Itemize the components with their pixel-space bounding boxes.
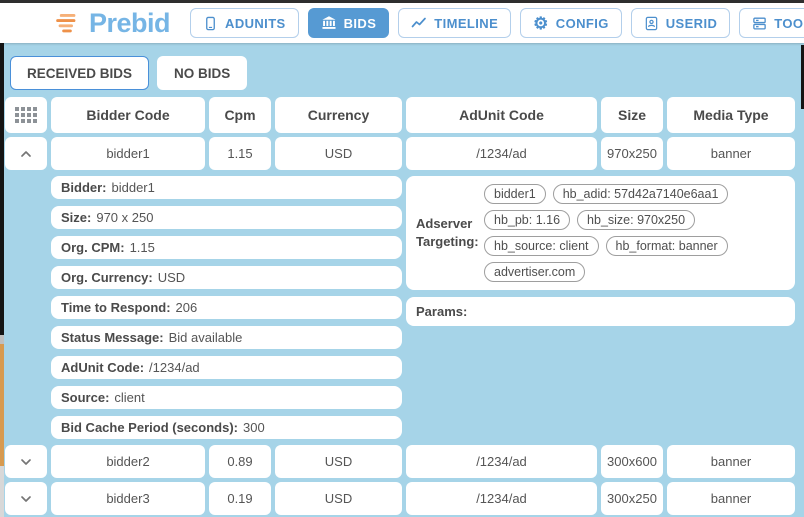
row-expander-bidder2[interactable]	[5, 445, 47, 478]
nav-tools-button[interactable]: TOOLS	[739, 8, 804, 38]
cell-currency: USD	[275, 482, 402, 515]
bids-table: Bidder CodeCpmCurrencyAdUnit CodeSizeMed…	[5, 97, 799, 515]
app-window: Prebid ADUNITS BIDS TIMELINE ⚙ CONFIG USERID T…	[0, 0, 804, 517]
cell-bidder-code: bidder2	[51, 445, 205, 478]
prebid-logo-text: Prebid	[89, 8, 170, 39]
bids-icon	[321, 15, 337, 31]
bid-detail-field: Source:client	[51, 386, 402, 409]
row-expander-bidder1[interactable]	[5, 137, 47, 170]
bids-tabs: RECEIVED BIDSNO BIDS	[0, 43, 804, 90]
tools-icon	[752, 16, 767, 31]
cell-cpm: 0.89	[209, 445, 271, 478]
adunits-icon	[203, 16, 218, 31]
timeline-icon	[411, 15, 427, 31]
bid-detail-field: Org. CPM:1.15	[51, 236, 402, 259]
nav-bids-button[interactable]: BIDS	[308, 8, 390, 38]
targeting-chip: hb_adid: 57d42a7140e6aa1	[553, 184, 729, 204]
params-panel: Params:	[406, 297, 795, 326]
bid-detail-field: Time to Respond:206	[51, 296, 402, 319]
chevron-down-icon	[18, 454, 34, 470]
nav-button-label: USERID	[666, 16, 718, 31]
targeting-chip: advertiser.com	[484, 262, 585, 282]
column-settings-button[interactable]	[5, 97, 47, 133]
targeting-chip: hb_size: 970x250	[577, 210, 695, 230]
bid-detail-panels: Adserver Targeting: bidder1 hb_adid: 57d42…	[406, 176, 795, 326]
bid-detail-field: AdUnit Code:/1234/ad	[51, 356, 402, 379]
bid-detail-field: Size:970 x 250	[51, 206, 402, 229]
params-label: Params:	[416, 304, 467, 319]
chevron-down-icon	[18, 491, 34, 507]
config-icon: ⚙	[533, 15, 549, 32]
bid-detail-field: Org. Currency:USD	[51, 266, 402, 289]
column-header-cpm: Cpm	[209, 97, 271, 133]
cell-cpm: 0.19	[209, 482, 271, 515]
column-header-adunit-code: AdUnit Code	[406, 97, 597, 133]
cell-adunit-code: /1234/ad	[406, 482, 597, 515]
cell-media-type: banner	[667, 482, 795, 515]
underlying-page-left-edge-dark	[0, 43, 4, 335]
bid-detail-field: Bid Cache Period (seconds):300	[51, 416, 402, 439]
cell-size: 300x250	[601, 482, 663, 515]
cell-adunit-code: /1234/ad	[406, 445, 597, 478]
tab-no-bids[interactable]: NO BIDS	[157, 56, 247, 90]
cell-media-type: banner	[667, 445, 795, 478]
cell-media-type: banner	[667, 137, 795, 170]
bid-details-bidder1: Bidder:bidder1 Size:970 x 250 Org. CPM:1.1…	[5, 174, 795, 441]
row-expander-bidder3[interactable]	[5, 482, 47, 515]
bid-detail-field: Status Message:Bid available	[51, 326, 402, 349]
underlying-page-left-edge-orange	[0, 344, 4, 466]
nav-config-button[interactable]: ⚙ CONFIG	[520, 8, 622, 38]
column-header-bidder-code: Bidder Code	[51, 97, 205, 133]
prebid-logo-icon	[54, 11, 80, 35]
nav-button-label: ADUNITS	[225, 16, 286, 31]
adserver-targeting-label: Adserver Targeting:	[416, 215, 476, 250]
nav-userid-button[interactable]: USERID	[631, 8, 731, 38]
column-header-media-type: Media Type	[667, 97, 795, 133]
column-header-currency: Currency	[275, 97, 402, 133]
nav-button-label: CONFIG	[556, 16, 609, 31]
page-body: RECEIVED BIDSNO BIDS Bidder CodeCpmCurre…	[0, 43, 804, 517]
nav-adunits-button[interactable]: ADUNITS	[190, 8, 299, 38]
targeting-chip: hb_format: banner	[606, 236, 728, 256]
nav-button-label: TIMELINE	[434, 16, 498, 31]
nav-button-label: BIDS	[344, 16, 377, 31]
cell-bidder-code: bidder1	[51, 137, 205, 170]
targeting-chip: hb_source: client	[484, 236, 599, 256]
app-header: Prebid ADUNITS BIDS TIMELINE ⚙ CONFIG USERID T…	[0, 3, 804, 43]
grid-icon	[15, 107, 37, 123]
chevron-up-icon	[18, 146, 34, 162]
cell-currency: USD	[275, 445, 402, 478]
cell-size: 300x600	[601, 445, 663, 478]
cell-size: 970x250	[601, 137, 663, 170]
targeting-chip: hb_pb: 1.16	[484, 210, 570, 230]
underlying-page-left-edge-mid	[0, 335, 4, 344]
tab-received-bids[interactable]: RECEIVED BIDS	[10, 56, 149, 90]
bid-detail-fields: Bidder:bidder1 Size:970 x 250 Org. CPM:1.1…	[51, 176, 402, 439]
nav-button-label: TOOLS	[774, 16, 804, 31]
userid-icon	[644, 16, 659, 31]
nav-timeline-button[interactable]: TIMELINE	[398, 8, 511, 38]
bid-detail-field: Bidder:bidder1	[51, 176, 402, 199]
cell-cpm: 1.15	[209, 137, 271, 170]
targeting-chip: bidder1	[484, 184, 546, 204]
adserver-targeting-panel: Adserver Targeting: bidder1 hb_adid: 57d42…	[406, 176, 795, 290]
prebid-logo: Prebid	[54, 8, 170, 39]
main-nav: ADUNITS BIDS TIMELINE ⚙ CONFIG USERID TOOLS	[190, 8, 804, 38]
cell-currency: USD	[275, 137, 402, 170]
cell-bidder-code: bidder3	[51, 482, 205, 515]
targeting-chips: bidder1 hb_adid: 57d42a7140e6aa1 hb_pb: 1.…	[484, 184, 785, 282]
cell-adunit-code: /1234/ad	[406, 137, 597, 170]
underlying-page-left-edge-gray	[0, 466, 4, 517]
column-header-size: Size	[601, 97, 663, 133]
